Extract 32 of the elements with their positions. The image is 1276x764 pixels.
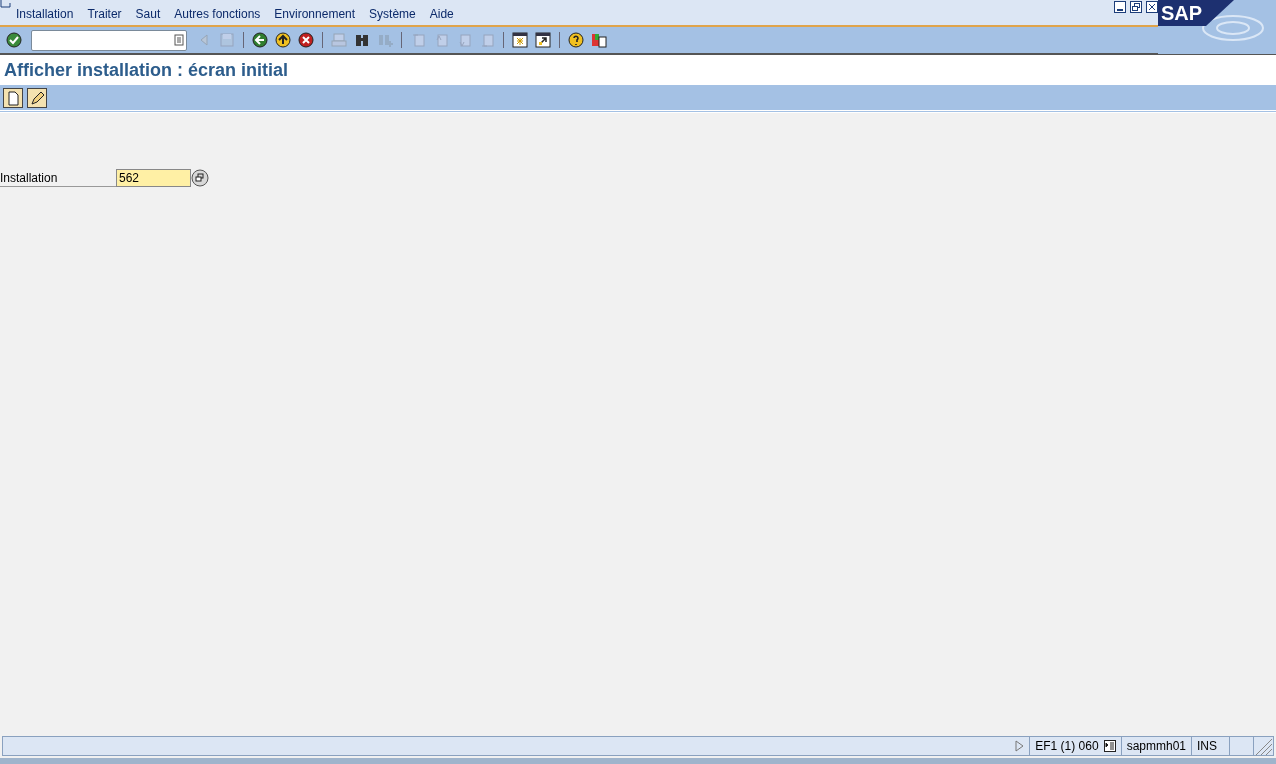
document-icon[interactable] <box>174 34 184 46</box>
close-icon[interactable] <box>1146 1 1158 13</box>
resize-grip-icon[interactable] <box>1253 737 1273 755</box>
search-help-icon[interactable] <box>191 169 209 187</box>
help-icon[interactable] <box>566 30 586 50</box>
enter-icon[interactable] <box>4 30 24 50</box>
menu-item[interactable]: Installation <box>16 5 74 23</box>
logo: SAP <box>1158 0 1276 54</box>
screen-title: Afficher installation : écran initial <box>4 58 289 82</box>
pencil-icon[interactable] <box>27 87 47 108</box>
menu-item[interactable]: Traiter <box>87 5 122 23</box>
system-info: EF1 (1) 060 <box>1035 738 1099 755</box>
menu-item[interactable]: Autres fonctions <box>174 5 261 23</box>
server-name: sapmmh01 <box>1120 737 1191 755</box>
list-icon[interactable] <box>1103 740 1116 752</box>
new-document-icon[interactable] <box>3 87 23 108</box>
up-arrow-icon[interactable] <box>273 30 293 50</box>
window-icon <box>0 0 12 8</box>
input-mode: INS <box>1191 737 1229 755</box>
installation-field[interactable]: 562 <box>116 169 191 187</box>
menu-item[interactable]: Aide <box>429 5 454 23</box>
menu-item[interactable]: Environnement <box>274 5 356 23</box>
new-window-icon[interactable] <box>510 30 530 50</box>
shortcut-icon[interactable] <box>533 30 553 50</box>
menu-item[interactable]: Saut <box>135 5 161 23</box>
expand-icon[interactable] <box>1015 740 1026 752</box>
menu-item[interactable]: Système <box>369 5 416 23</box>
minimize-icon[interactable] <box>1114 1 1126 13</box>
restore-icon[interactable] <box>1130 1 1142 13</box>
back-icon[interactable] <box>250 30 270 50</box>
command-field[interactable] <box>31 29 187 51</box>
cancel-icon[interactable] <box>296 30 316 50</box>
